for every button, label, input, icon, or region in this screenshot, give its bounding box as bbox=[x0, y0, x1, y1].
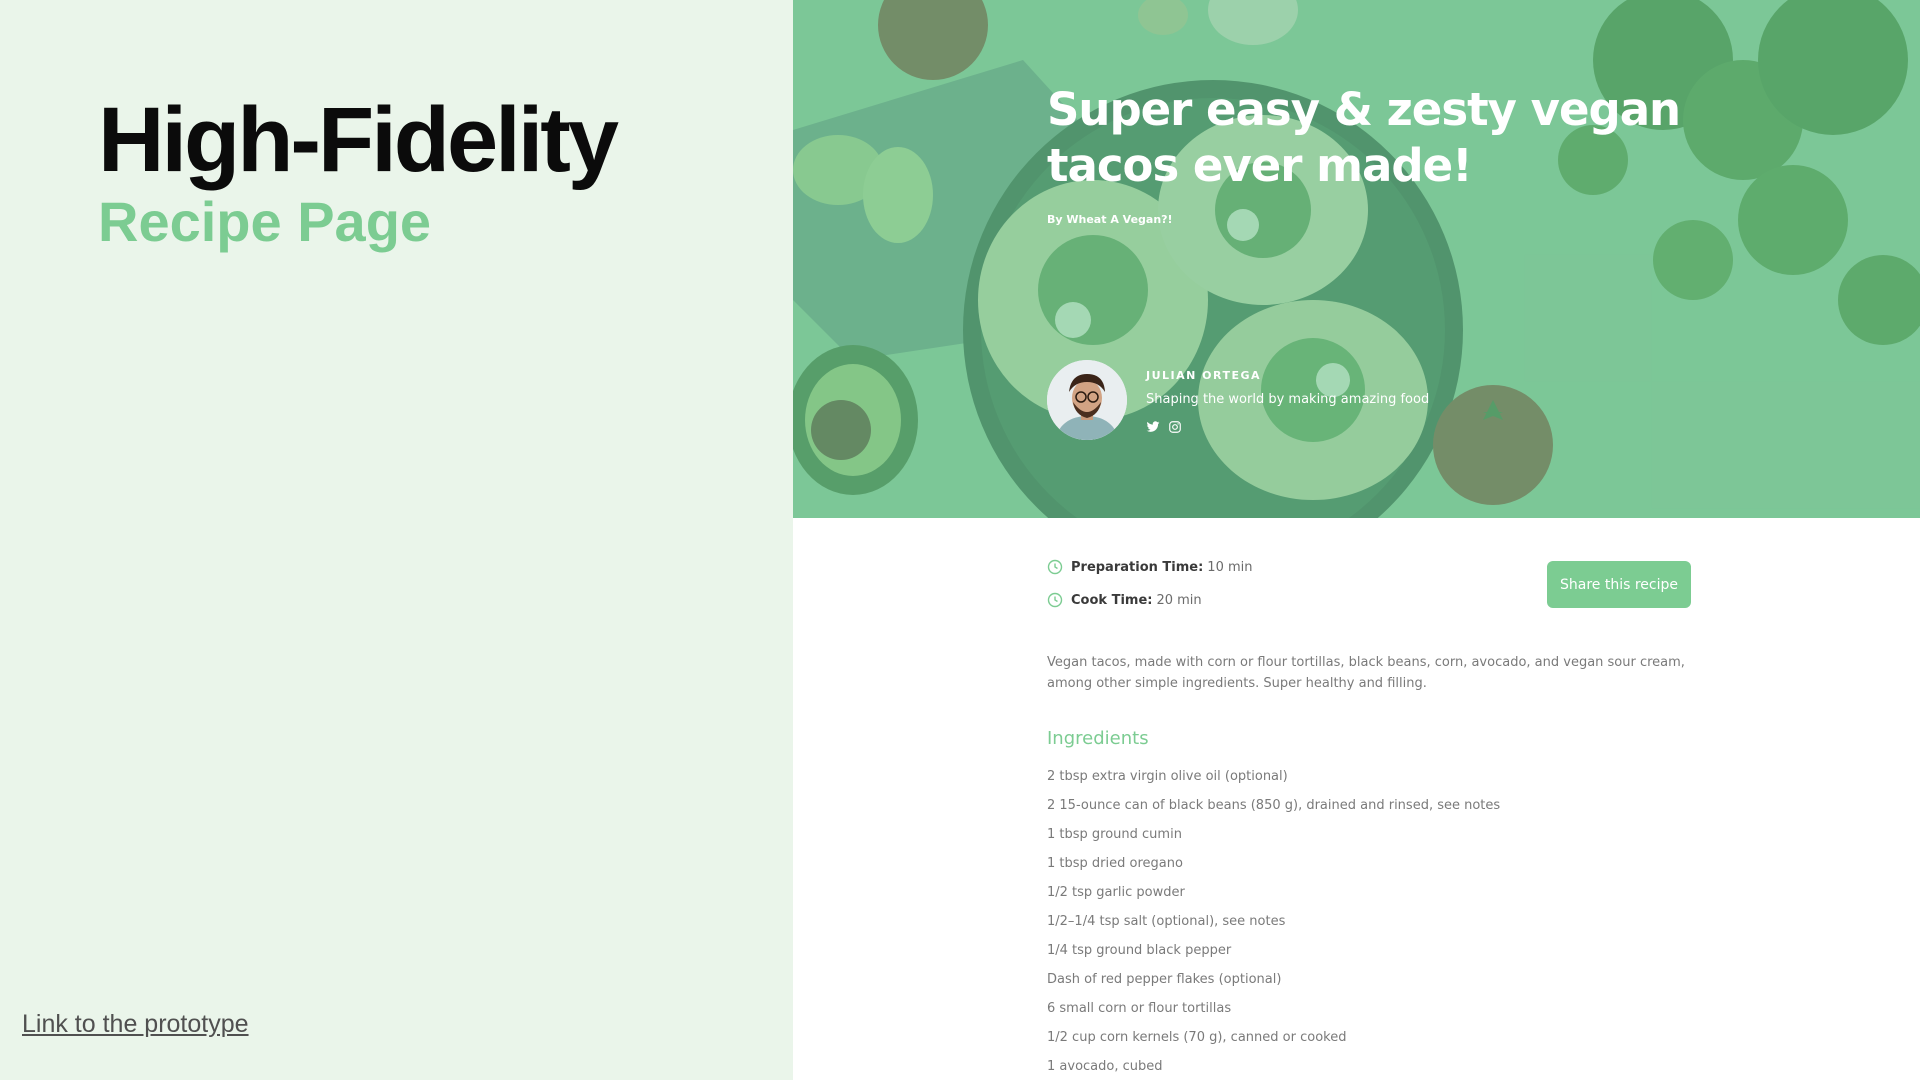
author-name: JULIAN ORTEGA bbox=[1146, 369, 1262, 382]
share-recipe-button[interactable]: Share this recipe bbox=[1547, 561, 1691, 608]
ingredient-item: 1/2–1/4 tsp salt (optional), see notes bbox=[1047, 914, 1286, 929]
ingredient-item: 1 tbsp ground cumin bbox=[1047, 827, 1182, 842]
ingredient-item: 1/2 cup corn kernels (70 g), canned or c… bbox=[1047, 1030, 1347, 1045]
ingredient-item: 1/2 tsp garlic powder bbox=[1047, 885, 1185, 900]
clock-icon bbox=[1047, 592, 1063, 608]
left-panel: High-Fidelity Recipe Page Link to the pr… bbox=[0, 0, 793, 1080]
twitter-icon[interactable] bbox=[1146, 420, 1160, 434]
ingredient-item: 1/4 tsp ground black pepper bbox=[1047, 943, 1232, 958]
prep-time: Preparation Time: 10 min bbox=[1047, 559, 1253, 575]
avatar-illustration bbox=[1047, 360, 1127, 440]
cook-time-value: 20 min bbox=[1156, 592, 1202, 608]
recipe-page: Super easy & zesty vegan tacos ever made… bbox=[793, 0, 1920, 1080]
ingredient-item: 2 15-ounce can of black beans (850 g), d… bbox=[1047, 798, 1501, 813]
ingredient-item: 1 avocado, cubed bbox=[1047, 1059, 1163, 1074]
page-title: High-Fidelity bbox=[98, 89, 619, 191]
prototype-link[interactable]: Link to the prototype bbox=[22, 1010, 249, 1039]
author-bio: Shaping the world by making amazing food bbox=[1146, 392, 1430, 407]
hero-section: Super easy & zesty vegan tacos ever made… bbox=[793, 0, 1920, 518]
ingredient-item: 2 tbsp extra virgin olive oil (optional) bbox=[1047, 769, 1288, 784]
page-subtitle: Recipe Page bbox=[98, 190, 432, 253]
instagram-icon[interactable] bbox=[1168, 420, 1182, 434]
ingredients-heading: Ingredients bbox=[1047, 728, 1149, 749]
prep-time-label: Preparation Time: bbox=[1071, 559, 1204, 575]
cook-time: Cook Time: 20 min bbox=[1047, 592, 1202, 608]
ingredient-item: Dash of red pepper flakes (optional) bbox=[1047, 972, 1282, 987]
recipe-title: Super easy & zesty vegan tacos ever made… bbox=[1047, 83, 1681, 192]
ingredients-list: 2 tbsp extra virgin olive oil (optional)… bbox=[1047, 766, 1500, 1080]
clock-icon bbox=[1047, 559, 1063, 575]
recipe-byline: By Wheat A Vegan?! bbox=[1047, 213, 1173, 226]
hero-overlay bbox=[793, 0, 1920, 518]
ingredient-item: 1 tbsp dried oregano bbox=[1047, 856, 1183, 871]
recipe-description: Vegan tacos, made with corn or flour tor… bbox=[1047, 655, 1685, 691]
author-avatar bbox=[1047, 360, 1127, 440]
ingredient-item: 6 small corn or flour tortillas bbox=[1047, 1001, 1232, 1016]
cook-time-label: Cook Time: bbox=[1071, 592, 1153, 608]
prep-time-value: 10 min bbox=[1207, 559, 1253, 575]
